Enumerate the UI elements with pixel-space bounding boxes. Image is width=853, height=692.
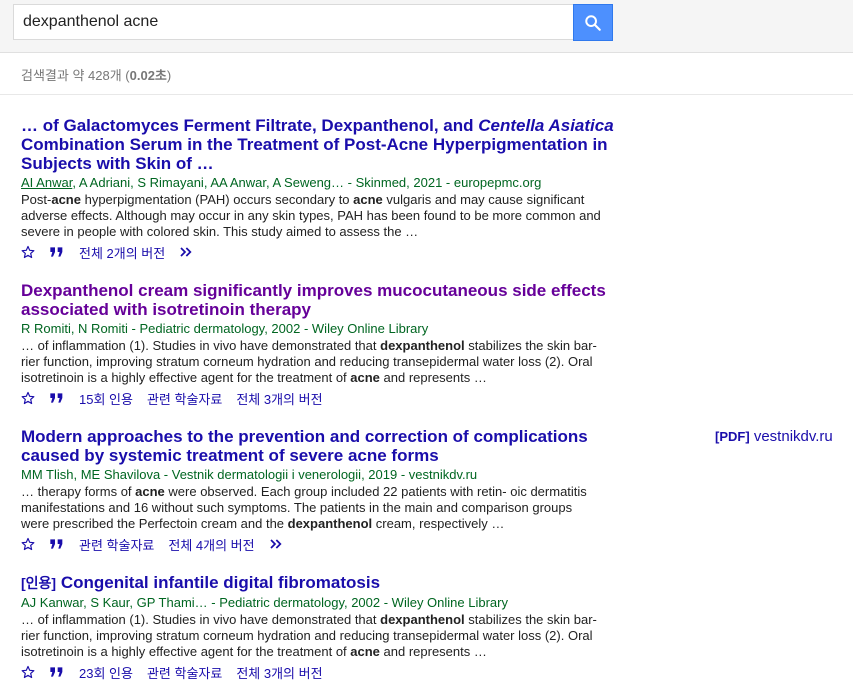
text-segment: Centella Asiatica xyxy=(478,116,614,135)
stats-prefix: 검색결과 약 428개 ( xyxy=(21,68,130,83)
search-result: Modern approaches to the prevention and … xyxy=(21,427,621,553)
text-segment: acne xyxy=(350,644,380,659)
action-link[interactable]: 전체 3개의 버전 xyxy=(236,389,322,408)
text-segment: Dexpanthenol xyxy=(321,116,434,135)
result-snippet: … of inflammation (1). Studies in vivo h… xyxy=(21,338,601,386)
text-segment: forms xyxy=(386,446,439,465)
text-segment: Post- xyxy=(21,192,52,207)
authors-text: R Romiti, N Romiti - Pediatric dermatolo… xyxy=(21,321,429,336)
cite-quote-icon[interactable] xyxy=(49,537,65,551)
result-title[interactable]: [인용] Congenital infantile digital fibrom… xyxy=(21,573,621,593)
authors-text: AJ Kanwar, S Kaur, GP Thami… - Pediatric… xyxy=(21,595,508,610)
more-chevron-icon[interactable] xyxy=(269,537,285,551)
cite-quote-icon[interactable] xyxy=(49,665,65,679)
text-segment: acne xyxy=(135,484,165,499)
pdf-source: vestnikdv.ru xyxy=(753,428,833,445)
text-segment: and represents … xyxy=(379,370,487,385)
text-segment: dexpanthenol xyxy=(380,338,465,353)
results-stats: 검색결과 약 428개 (0.02초) xyxy=(21,65,171,84)
search-button[interactable] xyxy=(573,4,613,41)
action-link[interactable]: 전체 4개의 버전 xyxy=(168,535,254,554)
result-actions: 23회 인용 관련 학술자료 전체 3개의 버전 xyxy=(21,663,621,681)
search-result: [인용] Congenital infantile digital fibrom… xyxy=(21,573,621,681)
text-segment: and represents … xyxy=(379,644,487,659)
save-star-icon[interactable] xyxy=(21,391,35,405)
text-segment: hyperpigmentation (PAH) occurs secondary… xyxy=(80,192,354,207)
authors-text: MM Tlish, ME Shavilova - Vestnik dermato… xyxy=(21,467,478,482)
text-segment: dexpanthenol xyxy=(287,516,373,531)
text-segment: Combination Serum in the Treatment of Po… xyxy=(21,135,387,154)
action-link[interactable]: 관련 학술자료 xyxy=(147,663,222,682)
text-segment: … of inflammation (1). Studies in vivo h… xyxy=(21,338,381,353)
action-link[interactable]: 23회 인용 xyxy=(79,663,133,682)
result-title[interactable]: Modern approaches to the prevention and … xyxy=(21,427,621,465)
result-title[interactable]: Dexpanthenol cream significantly improve… xyxy=(21,281,621,319)
text-segment: acne xyxy=(347,446,387,465)
text-segment: … of inflammation (1). Studies in vivo h… xyxy=(21,612,381,627)
text-segment: dexpanthenol xyxy=(380,612,465,627)
text-segment: Dexpanthenol xyxy=(21,281,134,300)
result-title[interactable]: … of Galactomyces Ferment Filtrate, Dexp… xyxy=(21,116,621,173)
result-actions: 관련 학술자료 전체 4개의 버전 xyxy=(21,535,621,553)
search-result: Dexpanthenol cream significantly improve… xyxy=(21,281,621,407)
action-link[interactable]: 15회 인용 xyxy=(79,389,133,408)
result-snippet: Post-acne hyperpigmentation (PAH) occurs… xyxy=(21,192,601,240)
result-authors: AJ Kanwar, S Kaur, GP Thami… - Pediatric… xyxy=(21,595,621,611)
result-snippet: … therapy forms of acne were observed. E… xyxy=(21,484,601,532)
pdf-link[interactable]: [PDF] vestnikdv.ru xyxy=(715,428,833,445)
text-segment: … of Galactomyces Ferment Filtrate, xyxy=(21,116,322,135)
author-link[interactable]: AI Anwar xyxy=(21,175,72,190)
action-link[interactable]: 전체 3개의 버전 xyxy=(236,663,322,682)
save-star-icon[interactable] xyxy=(21,245,35,259)
search-box[interactable] xyxy=(13,4,573,40)
stats-suffix: ) xyxy=(166,68,172,83)
result-actions: 전체 2개의 버전 xyxy=(21,243,621,261)
result-authors: AI Anwar, A Adriani, S Rimayani, AA Anwa… xyxy=(21,175,621,191)
text-segment: acne xyxy=(350,370,380,385)
action-link[interactable]: 전체 2개의 버전 xyxy=(79,243,165,262)
top-bar xyxy=(0,0,853,53)
action-link[interactable]: 관련 학술자료 xyxy=(147,389,222,408)
divider xyxy=(0,94,853,95)
result-snippet: … of inflammation (1). Studies in vivo h… xyxy=(21,612,601,660)
save-star-icon[interactable] xyxy=(21,665,35,679)
text-segment: Modern approaches to the prevention and … xyxy=(21,427,588,465)
text-segment: cream, respectively … xyxy=(372,516,505,531)
stats-time: 0.02초 xyxy=(129,68,167,83)
action-link[interactable]: 관련 학술자료 xyxy=(79,535,154,554)
search-icon xyxy=(585,14,601,31)
save-star-icon[interactable] xyxy=(21,537,35,551)
result-actions: 15회 인용 관련 학술자료 전체 3개의 버전 xyxy=(21,389,621,407)
text-segment: acne xyxy=(51,192,81,207)
citation-tag: [인용] xyxy=(21,575,57,591)
text-segment: , and xyxy=(433,116,479,135)
text-segment: Acne xyxy=(386,135,429,154)
cite-quote-icon[interactable] xyxy=(49,245,65,259)
search-input[interactable] xyxy=(14,5,573,39)
result-authors: R Romiti, N Romiti - Pediatric dermatolo… xyxy=(21,321,621,337)
result-authors: MM Tlish, ME Shavilova - Vestnik dermato… xyxy=(21,467,621,483)
cite-quote-icon[interactable] xyxy=(49,391,65,405)
more-chevron-icon[interactable] xyxy=(179,245,195,259)
authors-text: , A Adriani, S Rimayani, AA Anwar, A Sew… xyxy=(72,175,542,190)
search-result: … of Galactomyces Ferment Filtrate, Dexp… xyxy=(21,116,621,261)
pdf-tag: [PDF] xyxy=(715,429,750,444)
text-segment: acne xyxy=(353,192,383,207)
text-segment: … therapy forms of xyxy=(21,484,136,499)
text-segment: Congenital infantile digital fibromatosi… xyxy=(56,573,381,592)
